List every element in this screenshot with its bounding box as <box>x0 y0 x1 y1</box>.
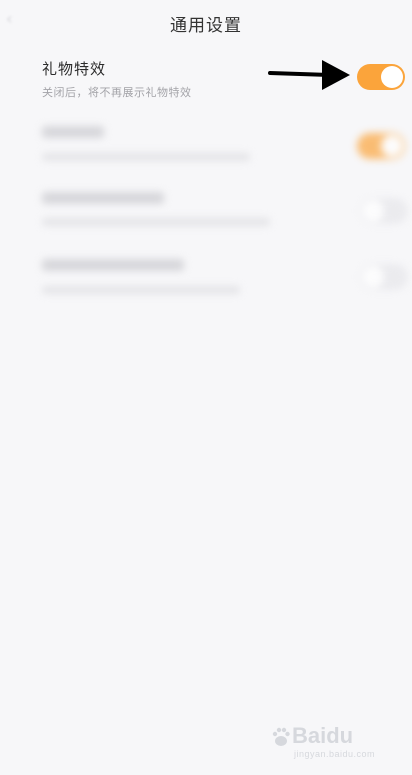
gift-effects-toggle[interactable] <box>357 64 405 90</box>
toggle-knob <box>381 135 403 157</box>
blurred-title <box>42 259 184 271</box>
blurred-toggle-1[interactable] <box>357 133 405 159</box>
blurred-subtitle <box>42 286 240 294</box>
annotation-arrow-icon <box>268 60 350 90</box>
toggle-knob <box>362 266 384 288</box>
setting-row-gift-effects: 礼物特效 关闭后，将不再展示礼物特效 <box>42 58 412 110</box>
watermark-sub: jingyan.baidu.com <box>294 749 376 759</box>
gift-effects-description: 关闭后，将不再展示礼物特效 <box>42 86 192 99</box>
toggle-knob <box>381 66 403 88</box>
watermark-brand: Baidu <box>292 723 354 748</box>
blurred-subtitle <box>42 218 270 226</box>
settings-screen: ‹ 通用设置 礼物特效 关闭后，将不再展示礼物特效 Baidu jingyan.… <box>0 0 412 775</box>
page-title: 通用设置 <box>170 16 242 36</box>
blurred-title <box>42 126 104 138</box>
blurred-toggle-2[interactable] <box>360 198 408 224</box>
baidu-watermark: Baidu jingyan.baidu.com <box>272 723 392 763</box>
toggle-knob <box>362 200 384 222</box>
gift-effects-label: 礼物特效 <box>42 60 107 78</box>
blurred-title <box>42 192 164 204</box>
paw-icon <box>272 727 290 746</box>
top-bar: ‹ 通用设置 <box>0 0 412 46</box>
blurred-subtitle <box>42 153 250 161</box>
blurred-toggle-3[interactable] <box>360 264 408 290</box>
